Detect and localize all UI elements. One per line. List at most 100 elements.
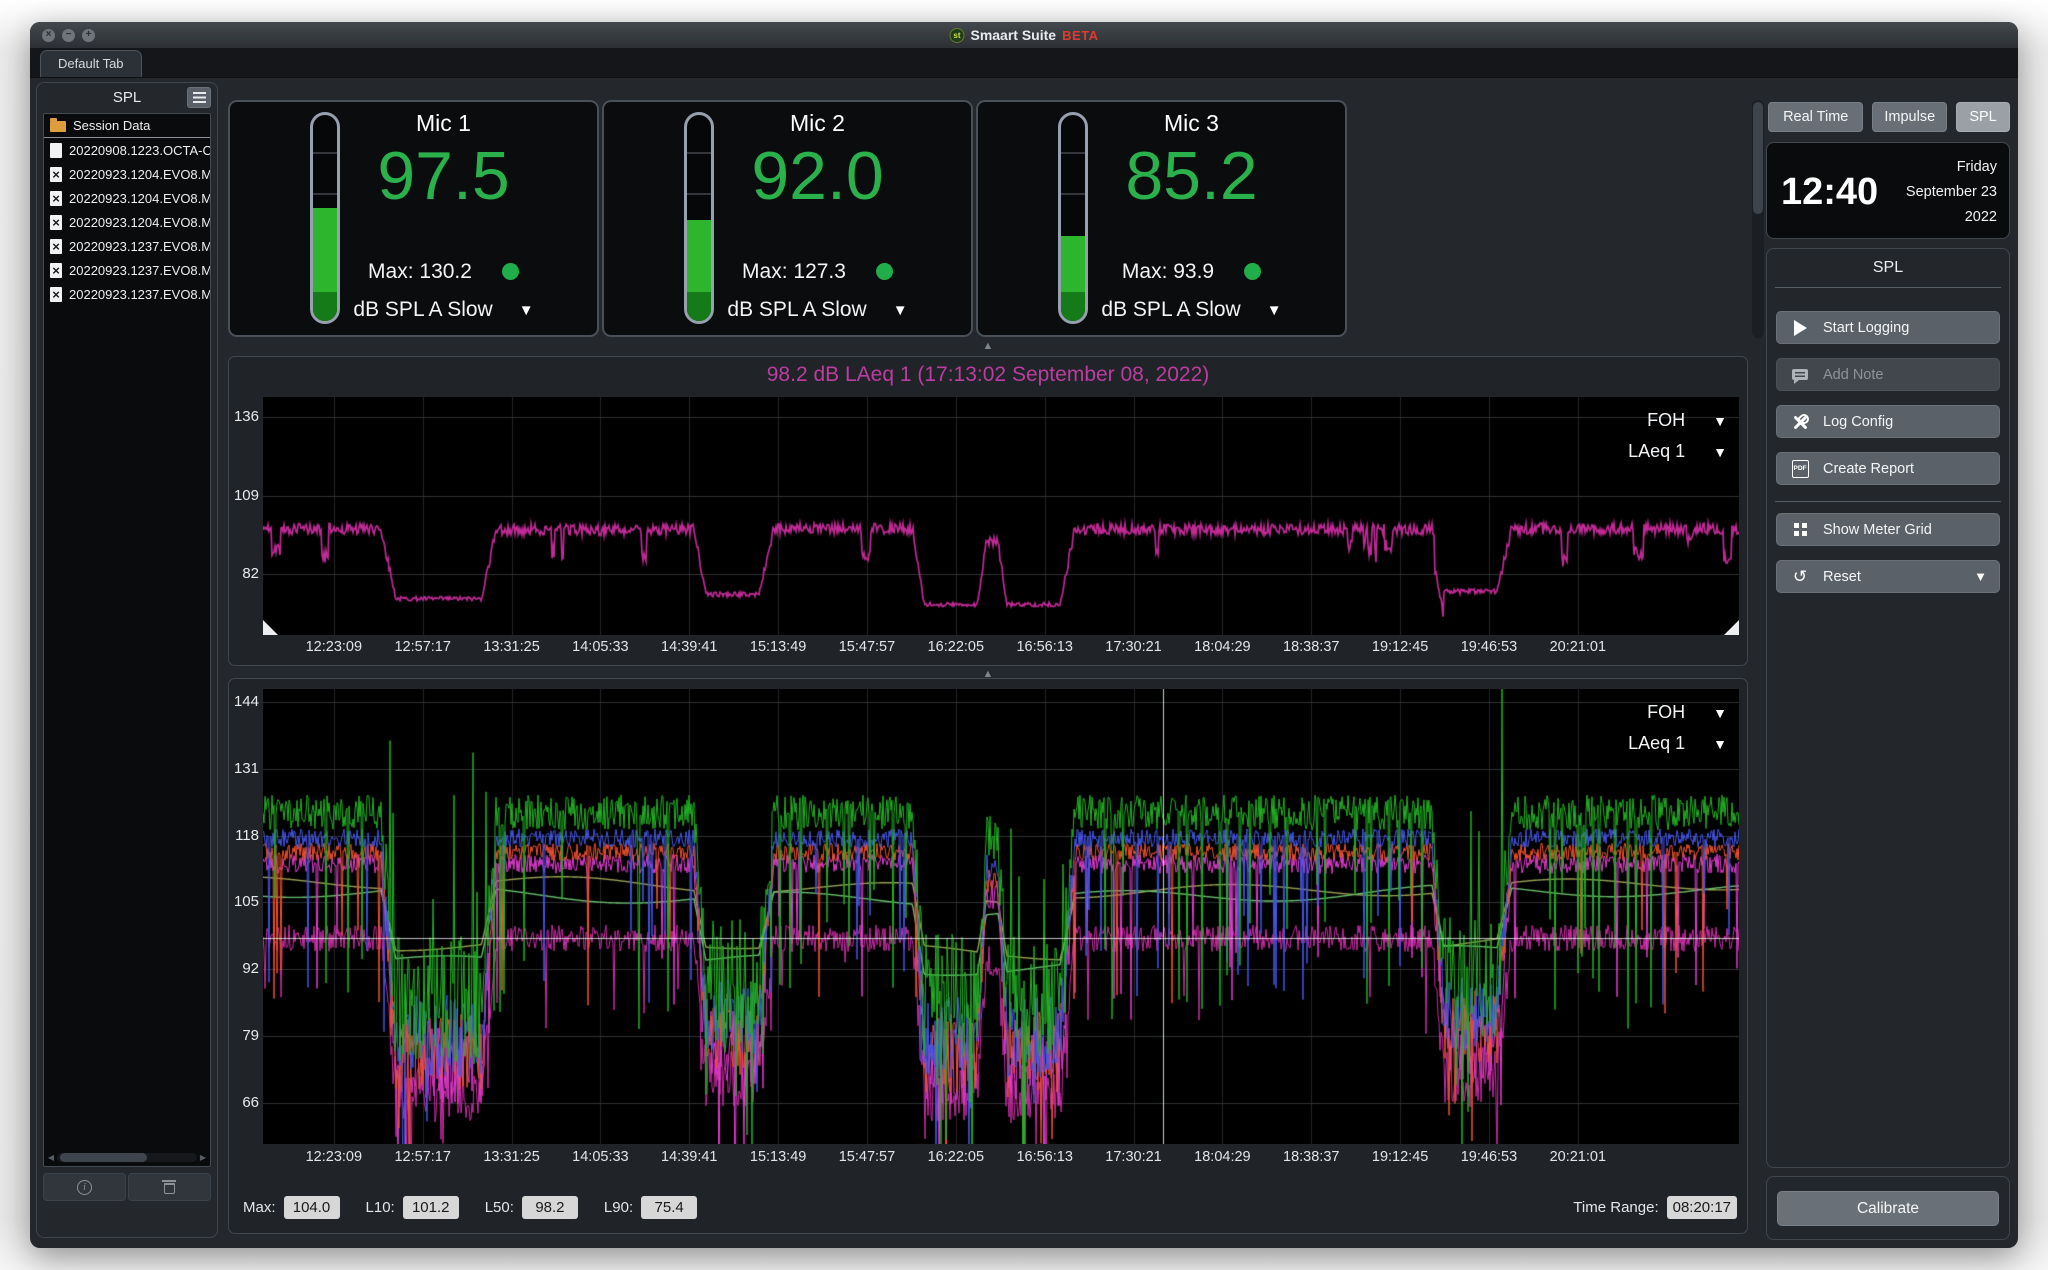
close-window-icon[interactable]: ×	[42, 29, 55, 42]
trash-icon	[164, 1183, 175, 1194]
laeq-trend-plot[interactable]: FOH ▼ LAeq 1 ▼	[263, 397, 1739, 635]
laeq-trend-canvas[interactable]	[263, 397, 1739, 635]
tab-default[interactable]: Default Tab	[40, 50, 142, 77]
mode-spl-button[interactable]: SPL	[1956, 102, 2010, 132]
reset-button[interactable]: ↺ Reset ▼	[1776, 560, 2000, 593]
spl-panel-title: SPL	[1767, 259, 2009, 277]
max-readout: Max: 127.3	[742, 260, 846, 283]
l10-label: L10:	[366, 1199, 395, 1216]
x-tick: 18:38:37	[1283, 639, 1339, 655]
mic-meter-panel[interactable]: Mic 292.0Max: 127.3dB SPL A Slow▼	[602, 100, 973, 337]
legend-source-label[interactable]: FOH	[1647, 410, 1685, 431]
chevron-down-icon[interactable]: ▼	[519, 302, 534, 319]
sidebar-menu-button[interactable]	[187, 87, 211, 108]
x-tick: 19:12:45	[1372, 1149, 1428, 1165]
spl-history-canvas[interactable]	[263, 689, 1739, 1144]
app-window: × − + st Smaart Suite BETA Default Tab S…	[30, 22, 2018, 1248]
y-tick: 109	[234, 487, 259, 504]
y-tick: 144	[234, 693, 259, 710]
mode-impulse-button[interactable]: Impulse	[1872, 102, 1947, 132]
chevron-down-icon[interactable]: ▼	[1713, 413, 1727, 429]
meter-unit-label[interactable]: dB SPL A Slow	[1101, 298, 1240, 321]
x-tick: 16:56:13	[1016, 1149, 1072, 1165]
file-name: 20220923.1204.EVO8.Mi	[69, 215, 210, 230]
legend-metric-label[interactable]: LAeq 1	[1628, 733, 1685, 754]
chevron-down-icon[interactable]: ▼	[1713, 705, 1727, 721]
legend-source-label[interactable]: FOH	[1647, 702, 1685, 723]
chevron-down-icon[interactable]: ▼	[1713, 736, 1727, 752]
file-name: 20220923.1204.EVO8.Mi	[69, 191, 210, 206]
x-tick: 12:57:17	[394, 1149, 450, 1165]
file-row[interactable]: 20220923.1204.EVO8.Mi	[44, 210, 210, 234]
spl-history-plot[interactable]: FOH ▼ LAeq 1 ▼	[263, 689, 1739, 1144]
file-delete-button[interactable]	[128, 1173, 211, 1201]
file-row[interactable]: 20220908.1223.OCTA-CA	[44, 138, 210, 162]
start-logging-button[interactable]: Start Logging	[1776, 311, 2000, 344]
x-tick: 18:04:29	[1194, 639, 1250, 655]
file-row[interactable]: 20220923.1237.EVO8.Mi	[44, 258, 210, 282]
calibrate-button[interactable]: Calibrate	[1777, 1191, 1999, 1226]
zoom-window-icon[interactable]: +	[82, 29, 95, 42]
legend-metric-label[interactable]: LAeq 1	[1628, 441, 1685, 462]
collapse-meters-icon[interactable]: ▲	[228, 340, 1748, 352]
x-tick: 15:13:49	[750, 639, 806, 655]
minimize-window-icon[interactable]: −	[62, 29, 75, 42]
log-config-button[interactable]: Log Config	[1776, 405, 2000, 438]
x-tick: 12:23:09	[306, 1149, 362, 1165]
file-row[interactable]: 20220923.1204.EVO8.Mi	[44, 186, 210, 210]
scroll-left-icon[interactable]: ◀	[45, 1153, 57, 1162]
l50-value[interactable]: 98.2	[522, 1196, 578, 1219]
x-tick: 14:05:33	[572, 1149, 628, 1165]
mic-meter-panel[interactable]: Mic 197.5Max: 130.2dB SPL A Slow▼	[228, 100, 599, 337]
y-tick: 82	[242, 565, 259, 582]
window-controls: × − +	[42, 29, 95, 42]
x-tick: 19:46:53	[1461, 639, 1517, 655]
session-data-row[interactable]: Session Data	[44, 114, 210, 138]
session-folder-label: Session Data	[73, 118, 150, 133]
chevron-down-icon[interactable]: ▼	[1974, 569, 1987, 584]
file-row[interactable]: 20220923.1237.EVO8.Mi	[44, 234, 210, 258]
file-info-button[interactable]: i	[43, 1173, 126, 1201]
x-tick: 20:21:01	[1550, 639, 1606, 655]
y-tick: 66	[242, 1094, 259, 1111]
laeq-legend: FOH ▼ LAeq 1 ▼	[1628, 405, 1727, 467]
spl-value: 85.2	[1040, 142, 1343, 210]
laeq-trend-panel: 98.2 dB LAeq 1 (17:13:02 September 08, 2…	[228, 356, 1748, 666]
file-row[interactable]: 20220923.1204.EVO8.Mi	[44, 162, 210, 186]
chevron-down-icon[interactable]: ▼	[893, 302, 908, 319]
max-value[interactable]: 104.0	[284, 1196, 340, 1219]
add-note-button[interactable]: Add Note	[1776, 358, 2000, 391]
file-row[interactable]: 20220923.1237.EVO8.Mi	[44, 282, 210, 306]
spl-legend: FOH ▼ LAeq 1 ▼	[1628, 697, 1727, 759]
mic-name: Mic 3	[1040, 110, 1343, 137]
meter-unit-label[interactable]: dB SPL A Slow	[353, 298, 492, 321]
x-tick: 14:39:41	[661, 1149, 717, 1165]
x-tick: 19:46:53	[1461, 1149, 1517, 1165]
session-file-list[interactable]: Session Data 20220908.1223.OCTA-CA202209…	[43, 113, 211, 1167]
spl-history-panel: 144131118105927966 FOH▼ LAeq 1▼ 12:23:09…	[228, 678, 1748, 1234]
meter-row-scrollbar[interactable]	[1752, 100, 1764, 338]
max-label: Max:	[243, 1199, 276, 1216]
mic-meter-panel[interactable]: Mic 385.2Max: 93.9dB SPL A Slow▼	[976, 100, 1347, 337]
scroll-right-icon[interactable]: ▶	[197, 1153, 209, 1162]
meter-unit-label[interactable]: dB SPL A Slow	[727, 298, 866, 321]
x-tick: 13:31:25	[483, 1149, 539, 1165]
l90-label: L90:	[604, 1199, 633, 1216]
time-range-value[interactable]: 08:20:17	[1667, 1196, 1737, 1219]
scrollbar-thumb[interactable]	[60, 1153, 147, 1162]
status-dot-icon	[876, 263, 893, 280]
document-x-icon	[50, 167, 62, 182]
chevron-down-icon[interactable]: ▼	[1267, 302, 1282, 319]
l90-value[interactable]: 75.4	[641, 1196, 697, 1219]
mode-real-time-button[interactable]: Real Time	[1768, 102, 1863, 132]
x-tick: 16:56:13	[1016, 639, 1072, 655]
app-title: Smaart Suite	[970, 27, 1056, 43]
show-meter-grid-button[interactable]: Show Meter Grid	[1776, 513, 2000, 546]
x-tick: 17:30:21	[1105, 1149, 1161, 1165]
create-report-button[interactable]: PDF Create Report	[1776, 452, 2000, 485]
l10-value[interactable]: 101.2	[403, 1196, 459, 1219]
chevron-down-icon[interactable]: ▼	[1713, 444, 1727, 460]
file-list-scrollbar[interactable]: ◀ ▶	[45, 1152, 209, 1163]
meter-row: Mic 197.5Max: 130.2dB SPL A Slow▼Mic 292…	[228, 100, 1748, 338]
smaart-logo-icon: st	[949, 28, 964, 43]
